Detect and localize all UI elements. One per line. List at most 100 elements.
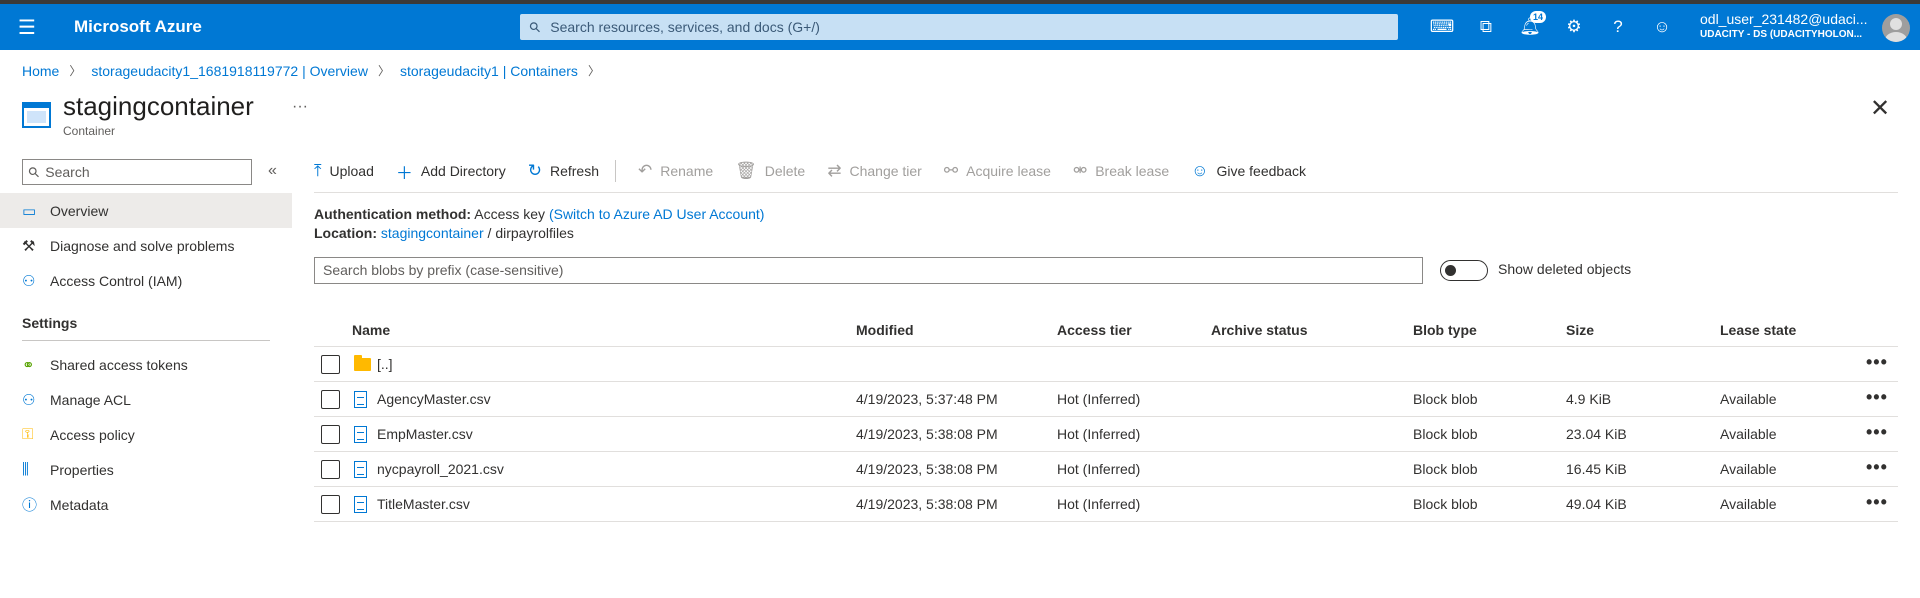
search-icon: ⚲ (525, 17, 545, 36)
blob-type: Block blob (1413, 496, 1478, 512)
key-icon: ⚿ (22, 426, 34, 443)
blob-prefix-search-input[interactable]: Search blobs by prefix (case-sensitive) (314, 257, 1423, 284)
add-directory-label: Add Directory (420, 163, 506, 179)
directory-filter-icon[interactable]: ⧉ (1464, 4, 1508, 50)
sidebar-item-manage-acl[interactable]: ⚇ Manage ACL (0, 382, 292, 417)
users-icon: ⚇ (22, 391, 36, 409)
acquire-lease-label: Acquire lease (966, 163, 1051, 179)
parent-directory-link[interactable]: [..] (377, 356, 393, 372)
rename-button[interactable]: ↶ Rename (638, 161, 713, 181)
sidebar-item-diagnose[interactable]: ⚒ Diagnose and solve problems (0, 228, 292, 263)
hamburger-menu-icon[interactable]: ☰ (0, 4, 54, 50)
row-more-icon[interactable]: ••• (1866, 457, 1888, 478)
column-header-blob-type[interactable]: Blob type (1413, 322, 1477, 338)
breadcrumb-storage-overview[interactable]: storageudacity1_1681918119772 | Overview (91, 63, 368, 79)
page-subtitle: Container (63, 124, 116, 138)
help-icon[interactable]: ? (1596, 4, 1640, 50)
refresh-button[interactable]: ↻ Refresh (528, 161, 599, 181)
breadcrumb-containers[interactable]: storageudacity1 | Containers (400, 63, 578, 79)
chevron-right-icon: 〉 (69, 64, 82, 78)
trash-icon: 🗑︎ (735, 161, 757, 180)
collapse-sidebar-icon[interactable]: « (268, 162, 277, 180)
cloud-shell-icon[interactable]: ⌨ (1420, 4, 1464, 50)
sidebar-search-input[interactable]: ⚲ Search (22, 159, 252, 185)
blob-name[interactable]: nycpayroll_2021.csv (377, 461, 504, 477)
sidebar-item-access-policy[interactable]: ⚿ Access policy (0, 417, 292, 452)
row-more-icon[interactable]: ••• (1866, 352, 1888, 373)
row-checkbox[interactable] (321, 424, 340, 444)
column-header-access-tier[interactable]: Access tier (1057, 322, 1132, 338)
sidebar-item-shared-access-tokens[interactable]: ⚭ Shared access tokens (0, 347, 292, 382)
blob-type: Block blob (1413, 461, 1478, 477)
blob-size: 49.04 KiB (1566, 496, 1627, 512)
global-search-input[interactable]: ⚲ Search resources, services, and docs (… (520, 14, 1398, 40)
notifications-bell-icon[interactable]: 🔔︎ 14 (1508, 4, 1552, 50)
close-icon[interactable]: ✕ (1870, 94, 1890, 123)
table-row[interactable]: EmpMaster.csv 4/19/2023, 5:38:08 PM Hot … (314, 417, 1898, 452)
sidebar-item-overview[interactable]: ▭ Overview (0, 193, 292, 228)
row-more-icon[interactable]: ••• (1866, 387, 1888, 408)
row-checkbox[interactable] (321, 459, 340, 479)
row-checkbox[interactable] (321, 494, 340, 514)
show-deleted-toggle[interactable] (1440, 260, 1488, 281)
feedback-icon[interactable]: ☺ (1640, 4, 1684, 50)
change-tier-button[interactable]: ⇄ Change tier (827, 161, 922, 181)
column-header-size[interactable]: Size (1566, 322, 1594, 338)
sidebar-item-properties[interactable]: ⫼ Properties (0, 452, 292, 487)
sidebar-item-label: Manage ACL (50, 391, 131, 408)
add-directory-button[interactable]: ＋ Add Directory (396, 159, 506, 184)
column-header-archive-status[interactable]: Archive status (1211, 322, 1307, 338)
user-account[interactable]: odl_user_231482@udaci... UDACITY - DS (U… (1700, 12, 1880, 42)
table-row-parent[interactable]: [..] ••• (314, 347, 1898, 382)
blob-type: Block blob (1413, 426, 1478, 442)
notification-badge: 14 (1529, 11, 1546, 23)
blob-name[interactable]: TitleMaster.csv (377, 496, 470, 512)
table-row[interactable]: AgencyMaster.csv 4/19/2023, 5:37:48 PM H… (314, 382, 1898, 417)
more-options-icon[interactable]: ··· (292, 98, 308, 116)
break-lease-button[interactable]: ⚮ Break lease (1073, 161, 1169, 181)
row-checkbox[interactable] (321, 389, 340, 409)
blob-access-tier: Hot (Inferred) (1057, 461, 1141, 477)
upload-button[interactable]: ⤒ Upload (314, 161, 374, 181)
sidebar-item-metadata[interactable]: ⓘ Metadata (0, 487, 292, 522)
blob-name[interactable]: EmpMaster.csv (377, 426, 473, 442)
sidebar-item-iam[interactable]: ⚇ Access Control (IAM) (0, 263, 292, 298)
table-row[interactable]: nycpayroll_2021.csv 4/19/2023, 5:38:08 P… (314, 452, 1898, 487)
top-icons: ⌨ ⧉ 🔔︎ 14 ⚙ ? ☺ (1420, 4, 1684, 50)
top-bar: ☰ Microsoft Azure ⚲ Search resources, se… (0, 4, 1920, 50)
upload-icon: ⤒ (314, 161, 322, 180)
acquire-lease-button[interactable]: ⚯ Acquire lease (944, 161, 1051, 181)
switch-auth-link[interactable]: (Switch to Azure AD User Account) (549, 206, 765, 222)
table-row[interactable]: TitleMaster.csv 4/19/2023, 5:38:08 PM Ho… (314, 487, 1898, 522)
file-icon (354, 425, 367, 443)
row-more-icon[interactable]: ••• (1866, 422, 1888, 443)
give-feedback-button[interactable]: ☺ Give feedback (1191, 161, 1306, 181)
blob-size: 16.45 KiB (1566, 461, 1627, 477)
break-lease-label: Break lease (1095, 163, 1170, 179)
location-folder: dirpayrolfiles (495, 225, 574, 241)
swap-icon: ⇄ (827, 161, 842, 180)
location-container-link[interactable]: stagingcontainer (381, 225, 484, 241)
blob-modified: 4/19/2023, 5:37:48 PM (856, 391, 998, 407)
column-header-lease-state[interactable]: Lease state (1720, 322, 1796, 338)
column-header-name[interactable]: Name (352, 322, 390, 338)
auth-method-label: Authentication method: (314, 206, 472, 222)
row-more-icon[interactable]: ••• (1866, 492, 1888, 513)
breadcrumb-home[interactable]: Home (22, 63, 59, 79)
change-tier-label: Change tier (849, 163, 922, 179)
location-label: Location: (314, 225, 377, 241)
overview-icon: ▭ (22, 202, 37, 220)
wrench-icon: ⚒ (22, 237, 36, 255)
blob-name[interactable]: AgencyMaster.csv (377, 391, 491, 407)
row-checkbox[interactable] (321, 354, 340, 374)
blob-access-tier: Hot (Inferred) (1057, 426, 1141, 442)
avatar[interactable] (1882, 14, 1910, 42)
settings-gear-icon[interactable]: ⚙ (1552, 4, 1596, 50)
lease-link-icon: ⚯ (943, 161, 959, 180)
sidebar-item-label: Properties (50, 461, 114, 478)
column-header-modified[interactable]: Modified (856, 322, 914, 338)
file-icon (354, 390, 367, 408)
plus-icon: ＋ (395, 163, 413, 183)
delete-button[interactable]: 🗑︎ Delete (735, 161, 805, 181)
brand-title[interactable]: Microsoft Azure (54, 17, 509, 37)
